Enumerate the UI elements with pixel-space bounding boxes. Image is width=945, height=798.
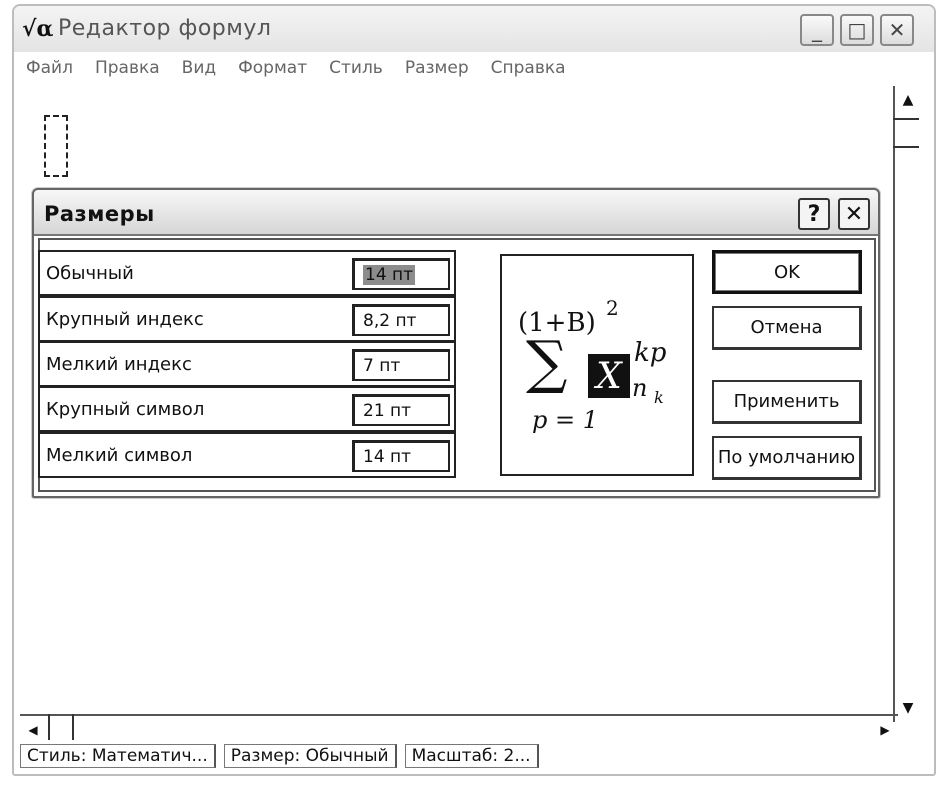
close-icon: ✕ bbox=[844, 201, 864, 227]
help-button[interactable]: ? bbox=[798, 198, 830, 230]
menu-help[interactable]: Справка bbox=[491, 58, 566, 86]
size-value: 21 пт bbox=[363, 400, 412, 421]
preview-superscript: kp bbox=[634, 338, 667, 368]
preview-top-exponent: 2 bbox=[606, 296, 619, 320]
scroll-right-icon[interactable]: ▶ bbox=[872, 716, 898, 744]
dialog-title: Размеры bbox=[44, 202, 155, 226]
size-value: 14 пт bbox=[363, 264, 416, 285]
preview-sum-symbol: ∑ bbox=[526, 328, 568, 396]
menu-format[interactable]: Формат bbox=[238, 58, 307, 86]
scroll-down-icon[interactable]: ▼ bbox=[895, 694, 921, 722]
horizontal-scroll-thumb[interactable] bbox=[48, 714, 74, 740]
size-row-small-symbol: Мелкий символ 14 пт bbox=[38, 432, 456, 478]
menu-file[interactable]: Файл bbox=[26, 58, 73, 86]
close-icon: ✕ bbox=[888, 18, 906, 42]
menu-view[interactable]: Вид bbox=[182, 58, 216, 86]
preview-subscript: n bbox=[632, 374, 648, 402]
minimize-icon: _ bbox=[812, 18, 822, 42]
apply-button[interactable]: Применить bbox=[712, 380, 862, 424]
dialog-close-button[interactable]: ✕ bbox=[838, 198, 870, 230]
size-label: Крупный индекс bbox=[46, 308, 204, 330]
menu-size[interactable]: Размер bbox=[405, 58, 469, 86]
size-row-large-index: Крупный индекс 8,2 пт bbox=[38, 296, 456, 342]
status-style: Стиль: Математич... bbox=[20, 744, 216, 768]
help-icon: ? bbox=[807, 201, 821, 227]
vertical-scroll-thumb[interactable] bbox=[893, 118, 919, 148]
preview-selected-variable: X bbox=[588, 354, 630, 398]
ok-button[interactable]: OK bbox=[712, 250, 862, 294]
vertical-scrollbar[interactable]: ▲ ▼ bbox=[893, 86, 919, 722]
size-input-large-symbol[interactable]: 21 пт bbox=[352, 394, 450, 426]
maximize-button[interactable]: □ bbox=[840, 14, 874, 46]
dialog-title-bar[interactable] bbox=[34, 190, 878, 236]
size-label: Крупный символ bbox=[46, 398, 205, 420]
menu-style[interactable]: Стиль bbox=[329, 58, 383, 86]
size-input-small-symbol[interactable]: 14 пт bbox=[352, 440, 450, 472]
preview-lower-limit: p = 1 bbox=[532, 406, 598, 434]
size-label: Обычный bbox=[46, 262, 134, 284]
formula-preview: (1+B) 2 ∑ X kp n k p = 1 bbox=[500, 254, 694, 476]
scroll-up-icon[interactable]: ▲ bbox=[895, 86, 921, 114]
size-input-small-index[interactable]: 7 пт bbox=[352, 349, 450, 381]
window-title: Редактор формул bbox=[58, 16, 272, 41]
size-value: 8,2 пт bbox=[363, 310, 417, 331]
size-label: Мелкий индекс bbox=[46, 353, 192, 375]
cancel-button[interactable]: Отмена bbox=[712, 306, 862, 350]
preview-subsubscript: k bbox=[654, 388, 664, 407]
menu-edit[interactable]: Правка bbox=[95, 58, 160, 86]
status-zoom: Масштаб: 2... bbox=[404, 744, 539, 768]
close-button[interactable]: ✕ bbox=[880, 14, 914, 46]
menu-bar: Файл Правка Вид Формат Стиль Размер Спра… bbox=[26, 58, 566, 86]
size-row-regular: Обычный 14 пт bbox=[38, 250, 456, 296]
sqrt-alpha-icon: √α bbox=[22, 16, 54, 42]
formula-slot[interactable] bbox=[44, 115, 68, 177]
horizontal-scrollbar[interactable]: ◀ ▶ bbox=[20, 714, 898, 740]
maximize-icon: □ bbox=[847, 18, 867, 42]
default-button[interactable]: По умолчанию bbox=[712, 436, 862, 480]
size-input-regular[interactable]: 14 пт bbox=[352, 258, 450, 290]
status-size: Размер: Обычный bbox=[223, 744, 397, 768]
size-row-small-index: Мелкий индекс 7 пт bbox=[38, 341, 456, 387]
size-value: 14 пт bbox=[363, 446, 412, 467]
size-label: Мелкий символ bbox=[46, 444, 193, 466]
status-bar: Стиль: Математич... Размер: Обычный Масш… bbox=[20, 744, 547, 770]
size-row-large-symbol: Крупный символ 21 пт bbox=[38, 386, 456, 432]
size-input-large-index[interactable]: 8,2 пт bbox=[352, 304, 450, 336]
size-value: 7 пт bbox=[363, 355, 401, 376]
minimize-button[interactable]: _ bbox=[800, 14, 834, 46]
scroll-left-icon[interactable]: ◀ bbox=[20, 716, 46, 744]
